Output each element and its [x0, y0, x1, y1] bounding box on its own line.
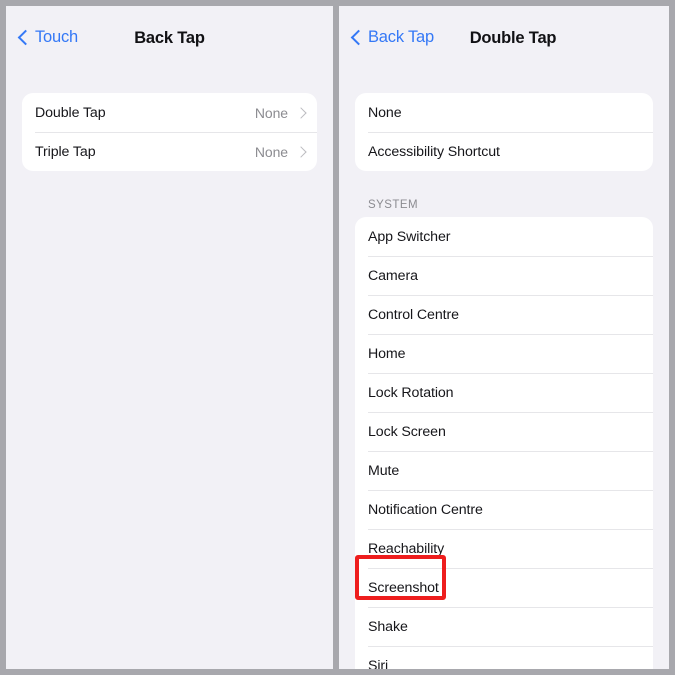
list-item-label: Notification Centre [368, 501, 483, 518]
list-item-value: None [254, 104, 288, 121]
list-item-label: Double Tap [35, 104, 106, 121]
screenshot-root: Touch Back Tap Double Tap None Triple Ta… [0, 0, 675, 675]
list-item-lock-screen[interactable]: Lock Screen [355, 412, 653, 451]
list-item-value: None [254, 143, 288, 160]
dual-pane-container: Touch Back Tap Double Tap None Triple Ta… [6, 6, 669, 669]
list-item-label: Screenshot [368, 579, 439, 596]
list-item-mute[interactable]: Mute [355, 451, 653, 490]
list-item-lock-rotation[interactable]: Lock Rotation [355, 373, 653, 412]
list-item-label: Shake [368, 618, 408, 635]
left-pane-back-tap: Touch Back Tap Double Tap None Triple Ta… [6, 6, 333, 669]
chevron-right-icon [297, 106, 305, 119]
chevron-right-icon [297, 145, 305, 158]
list-item-label: Home [368, 345, 406, 362]
list-item-double-tap[interactable]: Double Tap None [22, 93, 317, 132]
list-item-label: Camera [368, 267, 418, 284]
list-item-notification-centre[interactable]: Notification Centre [355, 490, 653, 529]
right-pane-double-tap: Back Tap Double Tap None Accessibility S… [339, 6, 669, 669]
list-item-siri[interactable]: Siri [355, 646, 653, 669]
list-item-label: Control Centre [368, 306, 459, 323]
list-item-label: Reachability [368, 540, 445, 557]
back-tap-options-card: Double Tap None Triple Tap None [22, 93, 317, 171]
list-item-reachability[interactable]: Reachability [355, 529, 653, 568]
list-item-label: Accessibility Shortcut [368, 143, 500, 160]
list-item-label: None [368, 104, 402, 121]
list-item-camera[interactable]: Camera [355, 256, 653, 295]
right-navigation-bar: Back Tap Double Tap [339, 6, 669, 70]
list-item-label: Siri [368, 657, 389, 670]
right-top-spacer [339, 70, 669, 93]
list-item-app-switcher[interactable]: App Switcher [355, 217, 653, 256]
list-item-shake[interactable]: Shake [355, 607, 653, 646]
list-item-triple-tap[interactable]: Triple Tap None [22, 132, 317, 171]
left-top-spacer [6, 70, 333, 93]
list-item-accessibility-shortcut[interactable]: Accessibility Shortcut [355, 132, 653, 171]
left-page-title: Back Tap [134, 29, 205, 47]
left-navigation-bar: Touch Back Tap [6, 6, 333, 70]
list-item-home[interactable]: Home [355, 334, 653, 373]
list-item-label: Lock Rotation [368, 384, 454, 401]
right-page-title: Double Tap [469, 29, 557, 47]
list-item-none[interactable]: None [355, 93, 653, 132]
list-item-label: App Switcher [368, 228, 451, 245]
list-item-screenshot[interactable]: Screenshot [355, 568, 653, 607]
system-options-card: App Switcher Camera Control Centre Home … [355, 217, 653, 669]
top-options-card: None Accessibility Shortcut [355, 93, 653, 171]
system-section-header: SYSTEM [368, 199, 418, 211]
list-item-control-centre[interactable]: Control Centre [355, 295, 653, 334]
list-item-label: Triple Tap [35, 143, 96, 160]
list-item-label: Lock Screen [368, 423, 446, 440]
list-item-label: Mute [368, 462, 400, 479]
